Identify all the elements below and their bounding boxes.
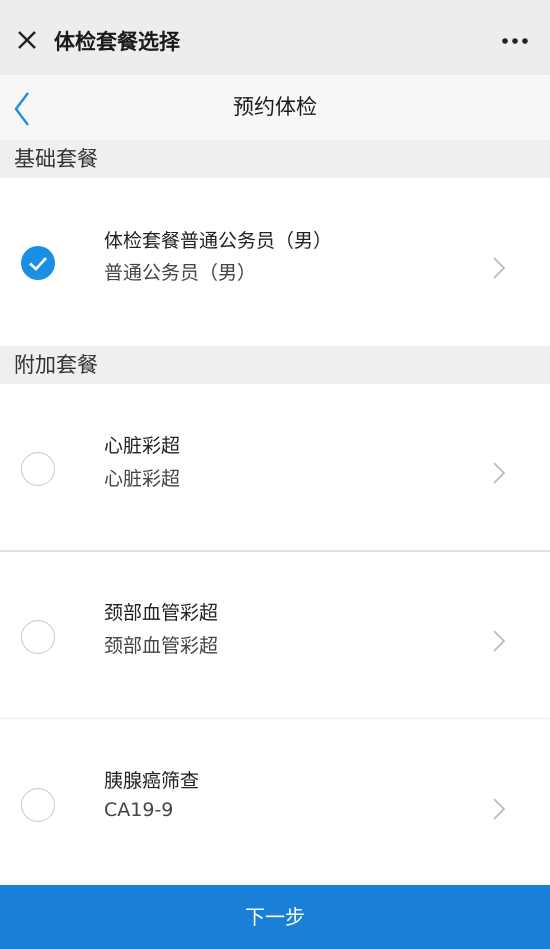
section-header-addon: 附加套餐: [0, 346, 550, 384]
section-header-basic: 基础套餐: [0, 140, 550, 178]
chevron-right-icon: [491, 460, 507, 486]
nav-bar: 预约体检: [0, 75, 550, 140]
page-title: 预约体检: [233, 95, 317, 119]
more-icon[interactable]: [496, 26, 536, 56]
radio-unchecked-icon[interactable]: [21, 452, 55, 486]
chevron-right-icon: [491, 628, 507, 654]
radio-unchecked-icon[interactable]: [21, 620, 55, 654]
option-subtitle: CA19-9: [104, 799, 174, 821]
option-subtitle: 颈部血管彩超: [104, 635, 219, 657]
radio-checked-icon[interactable]: [21, 246, 55, 280]
option-title: 体检套餐普通公务员（男）: [104, 230, 333, 252]
option-title: 颈部血管彩超: [104, 602, 219, 624]
title-bar: 体检套餐选择: [0, 0, 550, 75]
option-subtitle: 普通公务员（男）: [104, 262, 257, 284]
close-icon[interactable]: [12, 24, 42, 54]
option-title: 胰腺癌筛查: [104, 770, 200, 792]
option-title: 心脏彩超: [104, 435, 181, 457]
list-item[interactable]: 心脏彩超 心脏彩超: [0, 384, 550, 550]
chevron-right-icon: [491, 796, 507, 822]
radio-unchecked-icon[interactable]: [21, 788, 55, 822]
list-item[interactable]: 胰腺癌筛查 CA19-9: [0, 719, 550, 885]
list-item[interactable]: 体检套餐普通公务员（男） 普通公务员（男）: [0, 178, 550, 346]
chevron-right-icon: [491, 255, 507, 281]
window-title: 体检套餐选择: [54, 30, 180, 54]
option-subtitle: 心脏彩超: [104, 468, 181, 490]
list-item[interactable]: 颈部血管彩超 颈部血管彩超: [0, 552, 550, 718]
next-step-button[interactable]: 下一步: [0, 885, 550, 949]
